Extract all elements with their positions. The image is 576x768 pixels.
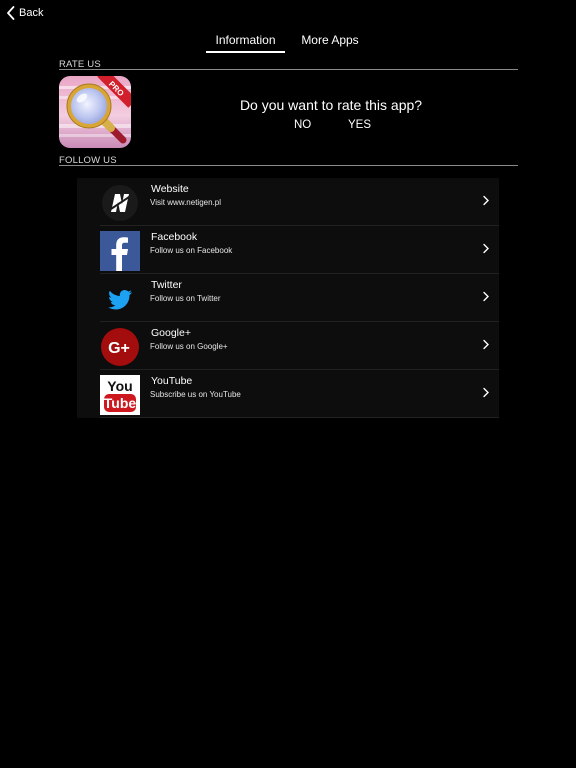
row-separator <box>100 417 499 418</box>
list-item-youtube[interactable]: You Tube YouTube Subscribe us on YouTube <box>77 370 499 418</box>
list-item-website[interactable]: Website Visit www.netigen.pl <box>77 178 499 226</box>
facebook-icon <box>100 231 140 271</box>
list-item-title: Facebook <box>151 231 198 243</box>
list-item-subtitle: Subscribe us on YouTube <box>150 390 241 399</box>
svg-text:You: You <box>107 378 132 394</box>
list-item-subtitle: Follow us on Google+ <box>150 342 228 351</box>
twitter-icon <box>100 279 140 319</box>
list-item-title: YouTube <box>151 375 193 387</box>
rate-us-divider <box>59 69 518 70</box>
chevron-right-icon <box>483 387 489 398</box>
chevron-right-icon <box>483 243 489 254</box>
svg-text:G+: G+ <box>108 340 130 357</box>
svg-text:Tube: Tube <box>104 395 137 411</box>
list-item-title: Google+ <box>151 327 191 339</box>
app-icon: PRO <box>59 76 131 148</box>
list-item-title: Website <box>151 183 189 195</box>
chevron-left-icon <box>7 6 15 20</box>
chevron-right-icon <box>483 291 489 302</box>
tab-bar: Information More Apps <box>0 33 576 53</box>
follow-us-divider <box>59 165 518 166</box>
follow-list: Website Visit www.netigen.pl Facebook Fo… <box>77 178 499 418</box>
chevron-right-icon <box>483 195 489 206</box>
tab-information[interactable]: Information <box>206 33 285 53</box>
list-item-subtitle: Follow us on Facebook <box>150 246 233 255</box>
back-button[interactable]: Back <box>6 5 43 21</box>
netigen-logo-icon <box>100 183 140 223</box>
chevron-right-icon <box>483 339 489 350</box>
back-label: Back <box>19 7 44 19</box>
list-item-google-plus[interactable]: G+ Google+ Follow us on Google+ <box>77 322 499 370</box>
magnifier-app-icon: PRO <box>59 76 131 148</box>
list-item-subtitle: Follow us on Twitter <box>150 294 221 303</box>
rate-no-button[interactable]: NO <box>294 119 311 131</box>
list-item-subtitle: Visit www.netigen.pl <box>150 198 221 207</box>
youtube-icon: You Tube <box>100 375 140 415</box>
list-item-title: Twitter <box>151 279 182 291</box>
list-item-twitter[interactable]: Twitter Follow us on Twitter <box>77 274 499 322</box>
rate-yes-button[interactable]: YES <box>348 119 371 131</box>
list-item-facebook[interactable]: Facebook Follow us on Facebook <box>77 226 499 274</box>
google-plus-icon: G+ <box>100 327 140 367</box>
tab-more-apps[interactable]: More Apps <box>301 33 359 47</box>
rate-question: Do you want to rate this app? <box>239 97 423 113</box>
